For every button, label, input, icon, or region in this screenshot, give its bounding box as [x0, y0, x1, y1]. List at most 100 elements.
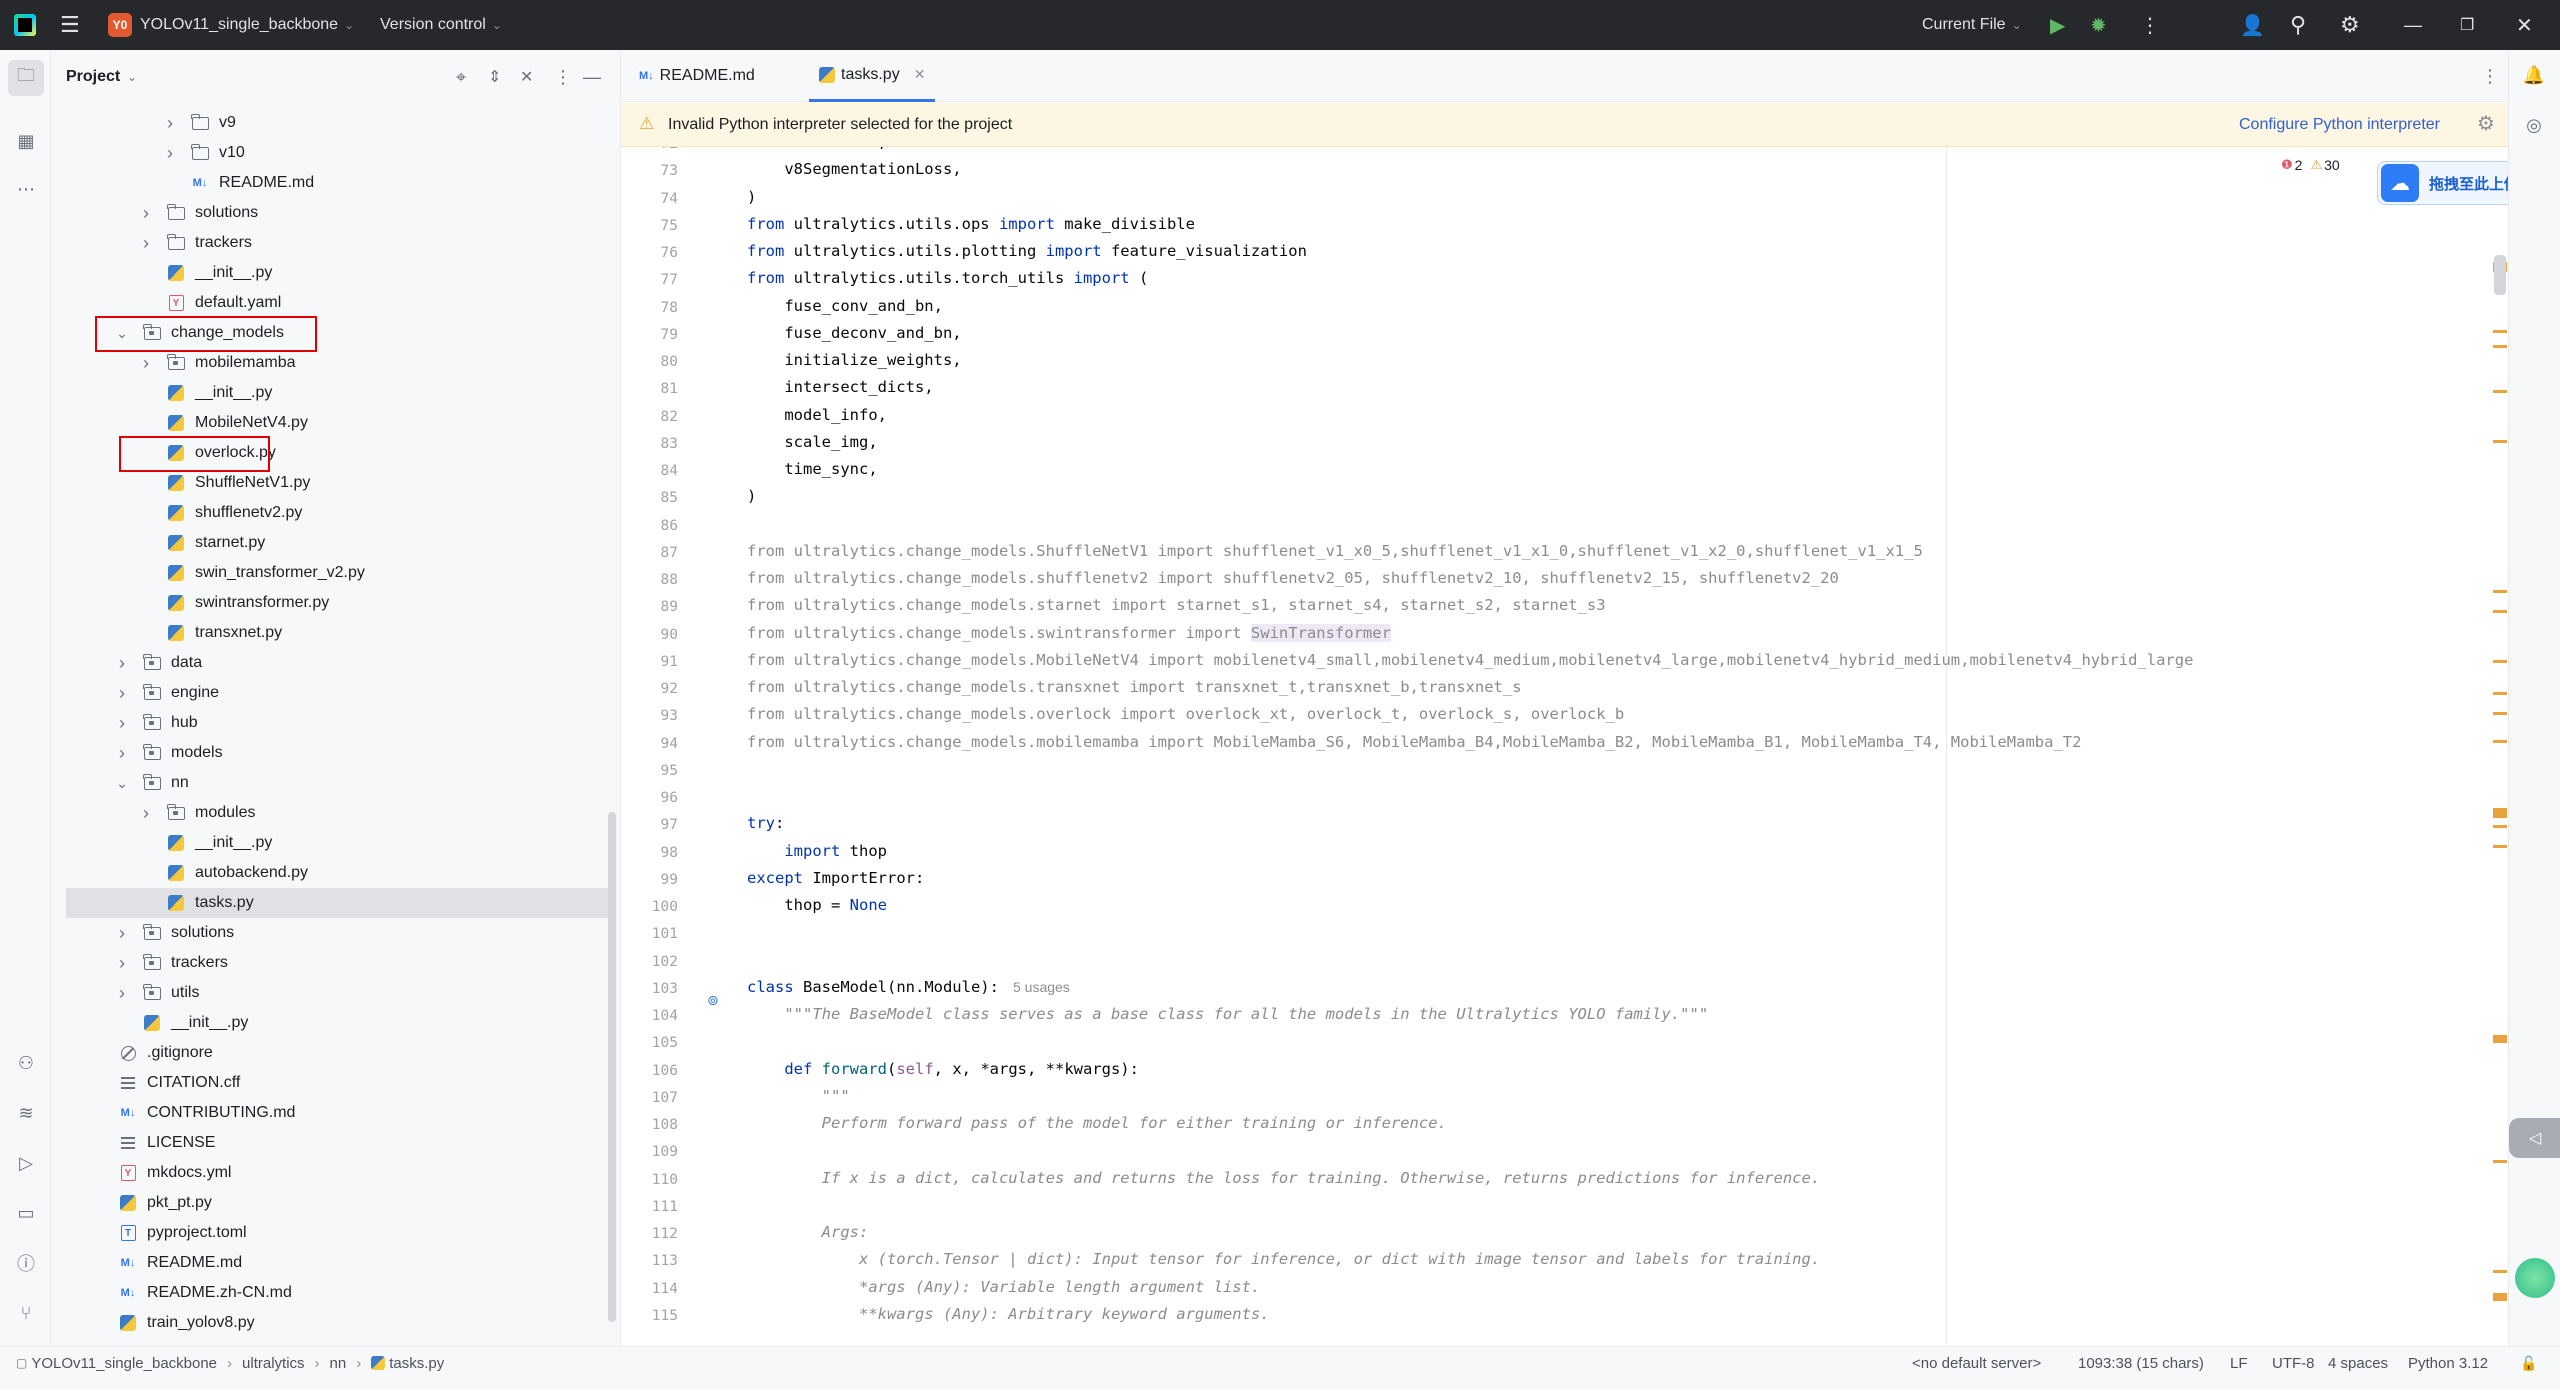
tree-item[interactable]: › mobilemamba	[51, 348, 611, 378]
tree-item[interactable]: M↓ README.md	[51, 168, 611, 198]
tree-item[interactable]: swin_transformer_v2.py	[51, 558, 611, 588]
code-line[interactable]: from ultralytics.change_models.transxnet…	[747, 678, 1522, 696]
tree-item[interactable]: __init__.py	[51, 1008, 611, 1038]
terminal-icon[interactable]: ▭	[13, 1200, 39, 1226]
settings-icon[interactable]: ⚙	[2340, 0, 2360, 50]
tree-item[interactable]: transxnet.py	[51, 618, 611, 648]
code-line[interactable]: time_sync,	[747, 460, 877, 478]
chevron-right-icon[interactable]: ›	[139, 353, 153, 374]
tree-item[interactable]: autobackend.py	[51, 858, 611, 888]
file-encoding[interactable]: UTF-8	[2272, 1347, 2315, 1379]
more-actions-icon[interactable]: ⋮	[2140, 0, 2160, 50]
tree-item[interactable]: pkt_pt.py	[51, 1188, 611, 1218]
code-line[interactable]: except ImportError:	[747, 869, 924, 887]
tree-item[interactable]: Ymkdocs.yml	[51, 1158, 611, 1188]
code-line[interactable]: class BaseModel(nn.Module): 5 usages	[747, 978, 1070, 996]
interpreter-widget[interactable]: Python 3.12	[2408, 1347, 2488, 1379]
python-packages-icon[interactable]: ⚇	[13, 1050, 39, 1076]
tree-item[interactable]: swintransformer.py	[51, 588, 611, 618]
code-line[interactable]: )	[747, 188, 756, 206]
tree-item[interactable]: .gitignore	[51, 1038, 611, 1068]
tree-item[interactable]: › v9	[51, 108, 611, 138]
run-config-selector[interactable]: Current File ⌄	[1922, 0, 2022, 50]
tree-item[interactable]: __init__.py	[51, 378, 611, 408]
upload-widget[interactable]: ☁ 拖拽至此上传	[2377, 161, 2508, 205]
project-panel-title[interactable]: Project	[66, 68, 120, 86]
code-line[interactable]: from ultralytics.change_models.MobileNet…	[747, 651, 2193, 669]
implemented-gutter-icon[interactable]: ⊚	[707, 992, 719, 1009]
code-line[interactable]: from ultralytics.change_models.shufflene…	[747, 569, 1839, 587]
app-logo-icon[interactable]	[14, 0, 36, 50]
code-line[interactable]: model_info,	[747, 406, 887, 424]
code-line[interactable]: initialize_weights,	[747, 351, 961, 369]
tree-item[interactable]: › engine	[51, 678, 611, 708]
code-line[interactable]: from ultralytics.change_models.mobilemam…	[747, 733, 2081, 751]
code-editor[interactable]: 72 73 74 75 76 77 78 79 80 81 82 83 84 85 86 87 88 89 90 91…	[621, 147, 2508, 1346]
breadcrumb-item[interactable]: ultralytics	[242, 1355, 305, 1372]
tree-item[interactable]: › solutions	[51, 918, 611, 948]
code-line[interactable]: **kwargs (Any): Arbitrary keyword argume…	[747, 1305, 1270, 1323]
code-line[interactable]: def forward(self, x, *args, **kwargs):	[747, 1060, 1139, 1078]
tree-item[interactable]: › trackers	[51, 228, 611, 258]
chevron-down-icon[interactable]: ⌄	[127, 70, 137, 84]
code-line[interactable]: x (torch.Tensor | dict): Input tensor fo…	[747, 1250, 1820, 1268]
code-line[interactable]: import thop	[747, 842, 887, 860]
code-line[interactable]: Perform forward pass of the model for ei…	[747, 1114, 1447, 1132]
chevron-right-icon[interactable]: ›	[163, 113, 177, 134]
breadcrumb-item[interactable]: YOLOv11_single_backbone	[31, 1355, 217, 1372]
layers-icon[interactable]: ≋	[13, 1100, 39, 1126]
code-line[interactable]: thop = None	[747, 896, 887, 914]
chevron-right-icon[interactable]: ›	[115, 713, 129, 734]
options-icon[interactable]: ⋮	[554, 67, 572, 88]
chevron-right-icon[interactable]: ›	[139, 203, 153, 224]
code-line[interactable]: intersect_dicts,	[747, 378, 933, 396]
banner-settings-icon[interactable]: ⚙	[2477, 111, 2495, 136]
code-line[interactable]: """The BaseModel class serves as a base …	[747, 1005, 1708, 1023]
code-with-me-icon[interactable]: 👤	[2240, 0, 2265, 50]
structure-icon[interactable]: ▦	[13, 128, 39, 154]
chevron-down-icon[interactable]: ⌄	[115, 775, 129, 792]
tree-item[interactable]: M↓ README.md	[51, 1248, 611, 1278]
code-line[interactable]: from ultralytics.change_models.ShuffleNe…	[747, 542, 1923, 560]
tree-item[interactable]: M↓ CONTRIBUTING.md	[51, 1098, 611, 1128]
tree-item[interactable]: LICENSE	[51, 1128, 611, 1158]
debug-icon[interactable]: ✹	[2090, 0, 2107, 50]
close-tab-icon[interactable]: ✕	[914, 66, 926, 83]
usages-hint[interactable]: 5 usages	[1013, 979, 1070, 995]
problems-icon[interactable]: ⓘ	[13, 1250, 39, 1276]
locate-icon[interactable]: ⌖	[456, 67, 466, 88]
restore-icon[interactable]: ❐	[2460, 0, 2474, 50]
tree-item[interactable]: shufflenetv2.py	[51, 498, 611, 528]
tree-item[interactable]: Tpyproject.toml	[51, 1218, 611, 1248]
configure-interpreter-link[interactable]: Configure Python interpreter	[2239, 116, 2440, 134]
vcs-widget[interactable]: Version control ⌄	[380, 0, 502, 50]
code-line[interactable]: """	[747, 1087, 850, 1105]
chevron-right-icon[interactable]: ›	[139, 803, 153, 824]
code-line[interactable]: )	[747, 487, 756, 505]
tree-item[interactable]: MobileNetV4.py	[51, 408, 611, 438]
tree-item[interactable]: › utils	[51, 978, 611, 1008]
chevron-right-icon[interactable]: ›	[115, 923, 129, 944]
code-line[interactable]: If x is a dict, calculates and returns t…	[747, 1169, 1821, 1187]
tree-scrollbar[interactable]	[608, 812, 616, 1322]
collapse-all-icon[interactable]: ✕	[520, 67, 533, 87]
tree-item[interactable]: train_yolov8.py	[51, 1308, 611, 1338]
breadcrumb-item[interactable]: tasks.py	[389, 1355, 444, 1372]
code-line[interactable]: scale_img,	[747, 433, 877, 451]
more-tools-icon[interactable]: ⋯	[13, 176, 39, 202]
code-line[interactable]: Args:	[747, 1223, 869, 1241]
editor-scrollbar[interactable]	[2494, 255, 2506, 295]
code-line[interactable]: try:	[747, 814, 784, 832]
search-icon[interactable]: ⚲	[2290, 0, 2306, 50]
tree-item[interactable]: › trackers	[51, 948, 611, 978]
line-separator[interactable]: LF	[2230, 1347, 2248, 1379]
server-widget[interactable]: <no default server>	[1912, 1347, 2041, 1379]
expand-all-icon[interactable]: ⇕	[488, 67, 501, 87]
tree-item[interactable]: › v10	[51, 138, 611, 168]
tab-options-icon[interactable]: ⋮	[2481, 50, 2499, 102]
lock-icon[interactable]: 🔓	[2520, 1347, 2537, 1379]
code-line[interactable]: fuse_conv_and_bn,	[747, 297, 943, 315]
project-switcher[interactable]: Y0 YOLOv11_single_backbone ⌄	[108, 0, 354, 50]
notifications-icon[interactable]: 🔔	[2521, 62, 2547, 88]
tree-item[interactable]: ShuffleNetV1.py	[51, 468, 611, 498]
